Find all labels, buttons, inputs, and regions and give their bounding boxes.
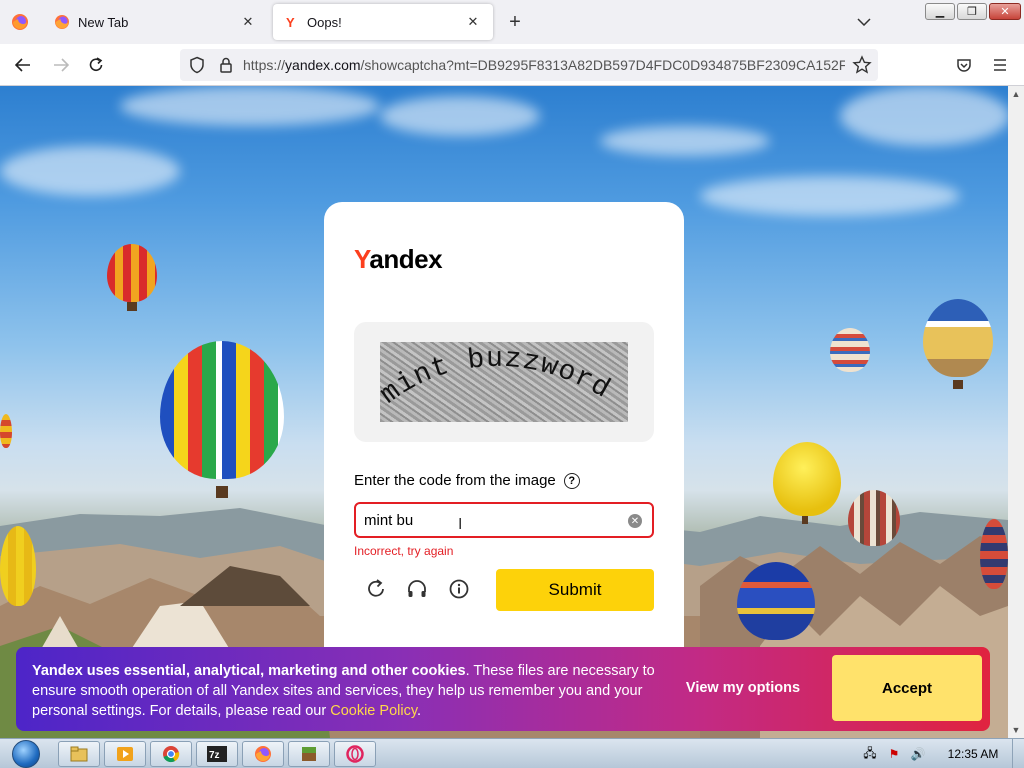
clear-input-icon[interactable]: ✕ (628, 514, 642, 528)
scroll-up-icon[interactable]: ▲ (1008, 86, 1024, 102)
captcha-image: mint buzzword (380, 342, 628, 422)
yandex-favicon-icon: Y (283, 14, 299, 30)
explorer-icon[interactable] (58, 741, 100, 767)
accept-cookies-button[interactable]: Accept (832, 655, 982, 721)
cookie-policy-link[interactable]: Cookie Policy (330, 703, 417, 719)
refresh-captcha-icon[interactable] (362, 575, 390, 603)
tab-bar: New Tab ✕ Y Oops! ✕ + ▁ ❐ ✕ (0, 0, 1024, 44)
svg-text:mint buzzword: mint buzzword (380, 344, 615, 411)
back-arrow-icon[interactable] (10, 52, 36, 78)
cookie-banner: Yandex uses essential, analytical, marke… (16, 647, 990, 731)
vertical-scrollbar[interactable]: ▲ ▼ (1008, 86, 1024, 738)
forward-arrow-icon[interactable] (48, 52, 74, 78)
reload-icon[interactable] (83, 52, 109, 78)
captcha-code-input[interactable] (364, 510, 614, 530)
chevron-down-icon[interactable] (852, 10, 876, 34)
view-options-button[interactable]: View my options (676, 680, 810, 696)
minecraft-icon[interactable] (288, 741, 330, 767)
taskbar-clock[interactable]: 12:35 AM (942, 747, 1004, 761)
captcha-prompt: Enter the code from the image ? (354, 472, 580, 489)
navigation-bar: https://yandex.com/showcaptcha?mt=DB9295… (0, 44, 1024, 86)
firefox-icon (54, 14, 70, 30)
hamburger-menu-icon[interactable] (987, 52, 1013, 78)
page-background: Yandex mint buzzword Enter the code from… (0, 86, 1008, 738)
url-text: https://yandex.com/showcaptcha?mt=DB9295… (243, 57, 845, 73)
headphones-audio-icon[interactable] (403, 575, 431, 603)
chrome-icon[interactable] (150, 741, 192, 767)
svg-text:Y: Y (286, 15, 295, 30)
bookmark-star-icon[interactable] (852, 55, 872, 75)
prompt-label: Enter the code from the image (354, 472, 556, 489)
close-tab-icon[interactable]: ✕ (238, 12, 258, 32)
tab-title: New Tab (78, 14, 129, 30)
system-tray: 🖧 ⚑ 🔊 (862, 744, 942, 764)
firefox-icon[interactable] (242, 741, 284, 767)
balloon-red-yellow (107, 244, 157, 302)
captcha-image-container: mint buzzword (354, 322, 654, 442)
windows-logo-icon (12, 740, 40, 768)
pocket-icon[interactable] (951, 52, 977, 78)
minimize-window-icon[interactable]: ▁ (925, 3, 955, 20)
captcha-code-field[interactable]: I ✕ (354, 502, 654, 538)
captcha-card: Yandex mint buzzword Enter the code from… (324, 202, 684, 672)
tab-oops[interactable]: Y Oops! ✕ (273, 4, 493, 40)
show-desktop-button[interactable] (1012, 739, 1024, 768)
tab-new-tab[interactable]: New Tab ✕ (44, 4, 268, 40)
7zip-icon[interactable]: 7z (196, 741, 238, 767)
yandex-logo: Yandex (354, 244, 443, 274)
scroll-down-icon[interactable]: ▼ (1008, 722, 1024, 738)
lock-icon[interactable] (217, 56, 235, 74)
media-player-icon[interactable] (104, 741, 146, 767)
info-icon[interactable] (445, 575, 473, 603)
network-icon[interactable]: 🖧 (862, 746, 878, 762)
opera-icon[interactable] (334, 741, 376, 767)
error-message: Incorrect, try again (354, 544, 454, 558)
address-bar[interactable]: https://yandex.com/showcaptcha?mt=DB9295… (180, 49, 878, 81)
submit-button[interactable]: Submit (496, 569, 654, 611)
new-tab-icon[interactable]: + (503, 10, 527, 34)
start-button[interactable] (6, 739, 46, 768)
help-icon[interactable]: ? (563, 472, 580, 489)
close-window-icon[interactable]: ✕ (989, 3, 1021, 20)
close-tab-icon[interactable]: ✕ (463, 12, 483, 32)
action-center-icon[interactable]: ⚑ (886, 746, 902, 762)
firefox-menu-icon[interactable] (8, 10, 32, 34)
tab-title: Oops! (307, 14, 342, 30)
svg-text:7z: 7z (209, 750, 220, 761)
restore-window-icon[interactable]: ❐ (957, 3, 987, 20)
text-cursor-icon: I (458, 516, 463, 533)
windows-taskbar: 7z 🖧 ⚑ 🔊 12:35 AM (0, 738, 1024, 768)
balloon-checkered (160, 341, 284, 479)
cookie-text: Yandex uses essential, analytical, marke… (32, 663, 655, 719)
volume-icon[interactable]: 🔊 (910, 746, 926, 762)
shield-icon[interactable] (188, 56, 206, 74)
